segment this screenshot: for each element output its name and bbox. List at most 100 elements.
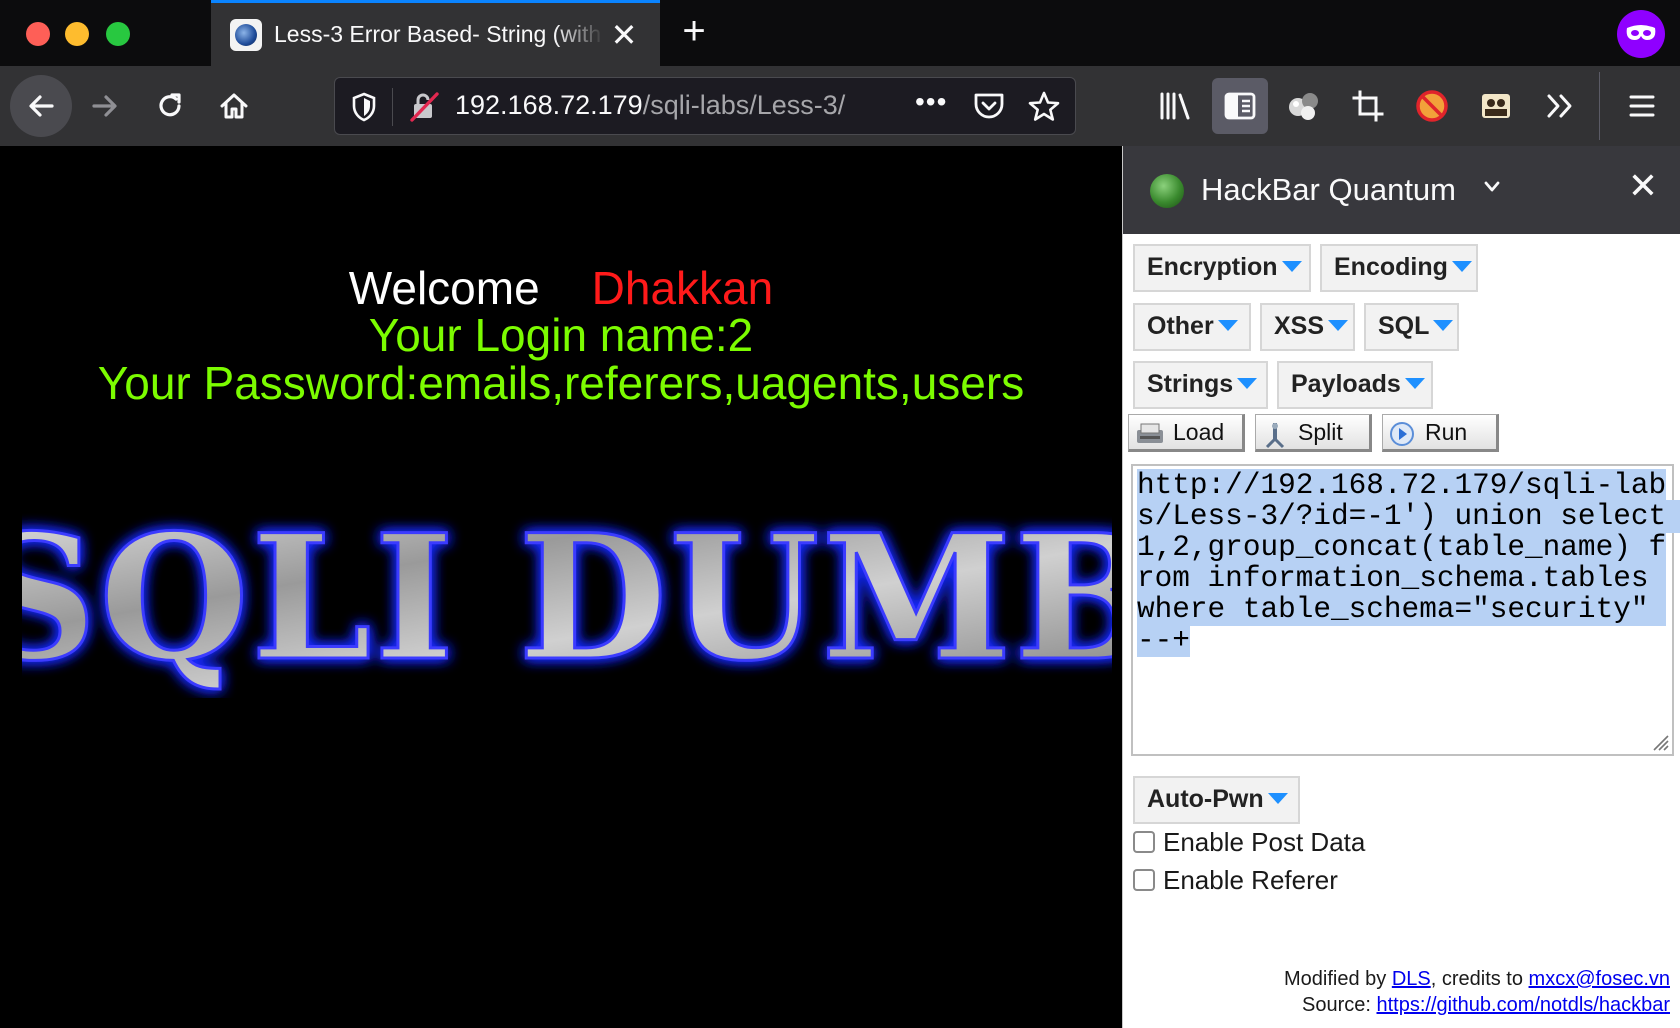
menu-label: XSS [1274,312,1325,340]
split-label: Split [1298,419,1343,445]
password-text: Your Password:emails,referers,uagents,us… [97,357,1025,409]
split-icon [1265,423,1285,449]
tab-strip: Less-3 Error Based- String (with Twist) … [0,0,1680,66]
tab-close-icon[interactable]: ✕ [608,19,640,51]
back-button[interactable] [10,75,72,137]
overflow-icon [1547,94,1572,118]
run-button[interactable]: Run [1382,414,1499,452]
dropdown-arrow-icon [1328,320,1349,331]
split-url-button[interactable]: Split [1255,414,1372,452]
extension-button-3[interactable] [1468,78,1524,134]
pocket-icon[interactable] [973,91,1005,121]
welcome-name: Dhakkan [591,262,774,314]
encryption-menu-button[interactable]: Encryption [1133,244,1311,292]
run-label: Run [1425,419,1468,445]
app-menu-button[interactable] [1614,78,1670,134]
private-browsing-icon [1617,10,1665,58]
sql-menu-button[interactable]: SQL [1364,303,1459,351]
logo-text: SQLI DUMB [22,498,1112,698]
enable-referer-label: Enable Referer [1163,864,1338,895]
home-icon [220,93,248,119]
address-bar[interactable]: 192.168.72.179/sqli-labs/Less-3/ ••• [334,77,1076,135]
strings-menu-button[interactable]: Strings [1133,361,1268,409]
extension-button-2[interactable] [1404,78,1460,134]
menu-label: SQL [1378,312,1430,340]
xss-menu-button[interactable]: XSS [1260,303,1355,351]
menu-label: Encryption [1147,253,1278,281]
menu-label: Auto-Pwn [1147,785,1264,813]
library-icon [1160,92,1190,120]
bookmark-star-icon[interactable] [1027,90,1061,124]
enable-referer-checkbox[interactable] [1133,869,1155,891]
overflow-menu-button[interactable] [1532,78,1588,134]
browser-tab-active[interactable]: Less-3 Error Based- String (with Twist) … [211,0,660,66]
resize-grip-icon[interactable] [1650,732,1670,752]
reload-button[interactable] [140,76,200,136]
enable-post-data-label: Enable Post Data [1163,826,1366,857]
enable-referer-option[interactable]: Enable Referer [1133,864,1338,896]
dropdown-arrow-icon [1267,793,1288,804]
login-name-text: Your Login name:2 [368,309,754,361]
menu-icon [1629,95,1655,117]
url-path: /sqli-labs/Less-3/ [642,90,846,120]
credits-email-link[interactable]: mxcx@fosec.vn [1529,968,1670,990]
load-icon [1137,423,1163,443]
sqli-dumb-logo: SQLI DUMB [22,498,1112,698]
window-maximize-button[interactable] [106,22,130,46]
navigation-toolbar: 192.168.72.179/sqli-labs/Less-3/ ••• [0,66,1680,146]
other-menu-button[interactable]: Other [1133,303,1251,351]
dropdown-arrow-icon [1433,320,1454,331]
extension-profile-icon [1482,94,1510,118]
extension-button-1[interactable] [1276,78,1332,134]
credits-text: Modified by [1283,968,1392,990]
dls-link[interactable]: DLS [1392,968,1431,990]
window-close-button[interactable] [26,22,50,46]
enable-post-data-checkbox[interactable] [1133,831,1155,853]
encoding-menu-button[interactable]: Encoding [1320,244,1478,292]
enable-post-data-option[interactable]: Enable Post Data [1133,826,1365,858]
dropdown-arrow-icon [1237,378,1258,389]
screenshot-button[interactable] [1340,78,1396,134]
sidebar-toggle-button[interactable] [1212,78,1268,134]
dropdown-arrow-icon [1281,261,1302,272]
back-arrow-icon [29,95,54,117]
sidebar-close-icon[interactable]: ✕ [1623,166,1663,206]
url-host: 192.168.72.179 [455,90,643,120]
welcome-word: Welcome [348,262,540,314]
page-actions-menu-icon[interactable]: ••• [915,86,947,118]
credits-line: Modified by DLS, credits to mxcx@fosec.v… [1284,968,1670,991]
site-favicon-icon [230,19,262,51]
extension-blocked-icon [1416,90,1448,122]
dropdown-arrow-icon [1404,378,1425,389]
menu-label: Strings [1147,370,1234,398]
load-url-button[interactable]: Load [1128,414,1245,452]
tracking-shield-icon [352,92,376,122]
chevron-down-icon[interactable] [1483,180,1501,194]
source-line: Source: https://github.com/notdls/hackba… [1302,994,1670,1017]
sidebar-icon [1224,92,1256,120]
payloads-menu-button[interactable]: Payloads [1277,361,1433,409]
dropdown-arrow-icon [1217,320,1238,331]
auto-pwn-menu-button[interactable]: Auto-Pwn [1133,776,1300,824]
library-button[interactable] [1148,78,1204,134]
load-label: Load [1173,419,1225,445]
url-text[interactable]: 192.168.72.179/sqli-labs/Less-3/ [455,90,855,121]
hackbar-sidebar: HackBar Quantum ✕ Encryption Encoding Ot… [1122,146,1680,1028]
run-icon [1390,422,1414,446]
forward-button[interactable] [75,76,135,136]
url-query-textarea[interactable]: http://192.168.72.179/sqli-labs/Less-3/?… [1131,464,1680,756]
menu-label: Encoding [1334,253,1448,281]
query-text: http://192.168.72.179/sqli-labs/Less-3/?… [1137,469,1680,657]
address-bar-separator [392,88,393,126]
insecure-lock-icon [410,92,439,122]
reload-icon [159,93,181,117]
new-tab-button[interactable]: + [676,11,712,51]
sidebar-title[interactable]: HackBar Quantum [1201,172,1456,208]
toolbar-divider [1599,72,1600,140]
source-link[interactable]: https://github.com/notdls/hackbar [1377,994,1671,1016]
extension-icon [1289,93,1318,120]
window-minimize-button[interactable] [65,22,89,46]
screenshot-icon [1352,90,1384,122]
home-button[interactable] [204,76,264,136]
welcome-line: Welcome Dhakkan [0,262,1122,314]
